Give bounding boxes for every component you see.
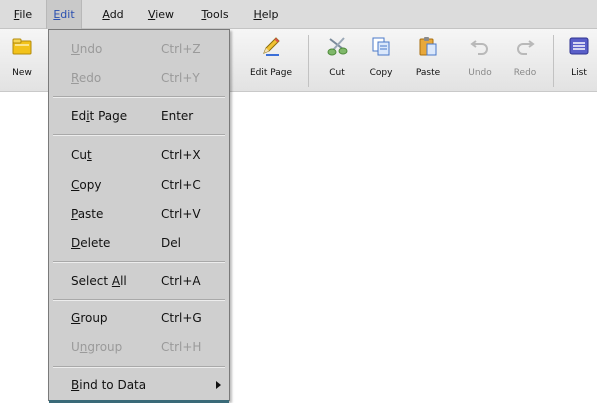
- paste-icon: [419, 37, 437, 56]
- menu-item-bind-to-data-mnemonic: B: [71, 378, 80, 392]
- menu-item-edit-page-shortcut: Enter: [161, 109, 194, 123]
- redo-icon: [517, 40, 535, 55]
- menu-edit[interactable]: Edit: [46, 0, 82, 29]
- menu-view-label: iew: [155, 8, 175, 21]
- menu-item-paste[interactable]: Paste Ctrl+V: [49, 203, 229, 225]
- paste-button[interactable]: Paste: [408, 33, 448, 89]
- menu-item-ungroup-label: U: [71, 340, 80, 354]
- menu-item-bind-to-data[interactable]: Bind to Data: [49, 374, 229, 396]
- menu-item-cut-mnemonic: t: [86, 148, 92, 162]
- edit-menu-dropdown: Undo Ctrl+Z Redo Ctrl+Y Edit Page Enter …: [48, 29, 230, 403]
- menu-item-redo[interactable]: Redo Ctrl+Y: [49, 67, 229, 89]
- undo-button[interactable]: Undo: [460, 33, 500, 89]
- menu-item-bind-to-data-label-rest: ind to Data: [79, 378, 147, 392]
- menu-item-delete[interactable]: Delete Del: [49, 232, 229, 254]
- menu-edit-label: dit: [60, 8, 75, 21]
- menu-help-mnemonic: H: [253, 8, 262, 21]
- menu-item-undo[interactable]: Undo Ctrl+Z: [49, 38, 229, 60]
- submenu-arrow-icon: [216, 381, 221, 389]
- menu-item-undo-mnemonic: U: [71, 42, 80, 56]
- menu-item-copy-shortcut: Ctrl+C: [161, 178, 201, 192]
- menu-item-copy[interactable]: Copy Ctrl+C: [49, 174, 229, 196]
- menu-add-mnemonic: A: [102, 8, 110, 21]
- menu-item-redo-shortcut: Ctrl+Y: [161, 71, 200, 85]
- menu-item-undo-shortcut: Ctrl+Z: [161, 42, 201, 56]
- menu-item-edit-page-label: Ed: [71, 109, 87, 123]
- menu-separator: [53, 299, 225, 301]
- menu-item-ungroup[interactable]: Ungroup Ctrl+H: [49, 336, 229, 358]
- toolbar-separator: [553, 35, 554, 87]
- menu-item-redo-mnemonic: R: [71, 71, 79, 85]
- menu-item-group-mnemonic: G: [71, 311, 81, 325]
- edit-page-button[interactable]: Edit Page: [242, 33, 300, 89]
- new-button-label: New: [12, 68, 32, 78]
- menu-item-group[interactable]: Group Ctrl+G: [49, 307, 229, 329]
- menu-item-edit-page[interactable]: Edit Page Enter: [49, 105, 229, 127]
- new-button[interactable]: New: [2, 33, 42, 89]
- scissors-icon: [327, 37, 348, 56]
- menu-add-label: dd: [109, 8, 124, 21]
- menu-item-cut-shortcut: Ctrl+X: [161, 148, 201, 162]
- undo-button-label: Undo: [468, 68, 492, 78]
- menu-item-group-shortcut: Ctrl+G: [161, 311, 202, 325]
- menu-tools-label: ools: [206, 8, 229, 21]
- redo-button[interactable]: Redo: [505, 33, 545, 89]
- menu-item-select-all-shortcut: Ctrl+A: [161, 274, 201, 288]
- menu-item-paste-mnemonic: P: [71, 207, 78, 221]
- cut-button[interactable]: Cut: [318, 33, 356, 89]
- menu-item-paste-shortcut: Ctrl+V: [161, 207, 201, 221]
- menu-tools[interactable]: Tools: [197, 0, 233, 29]
- menu-item-group-label-rest: roup: [80, 311, 108, 325]
- menu-separator: [53, 366, 225, 368]
- list-button[interactable]: List: [562, 33, 596, 89]
- menu-item-copy-label-rest: opy: [79, 178, 102, 192]
- menu-item-delete-mnemonic: D: [71, 236, 81, 250]
- copy-button[interactable]: Copy: [362, 33, 400, 89]
- menu-item-cut-label: Cu: [71, 148, 87, 162]
- menu-bar: File Edit Add View Tools Help: [0, 0, 597, 29]
- menu-item-cut[interactable]: Cut Ctrl+X: [49, 144, 229, 166]
- menu-item-select-all-mnemonic: A: [111, 274, 121, 288]
- paste-button-label: Paste: [415, 68, 441, 78]
- menu-item-edit-page-label-rest: t Page: [89, 109, 128, 123]
- menu-item-ungroup-label-rest: group: [87, 340, 123, 354]
- menu-item-redo-label-rest: edo: [78, 71, 102, 85]
- menu-add[interactable]: Add: [98, 0, 128, 29]
- menu-item-ungroup-shortcut: Ctrl+H: [161, 340, 202, 354]
- menu-item-select-all[interactable]: Select All Ctrl+A: [49, 270, 229, 292]
- menu-file-label: ile: [19, 8, 33, 21]
- menu-item-undo-label-rest: ndo: [79, 42, 103, 56]
- menu-item-select-all-label: Select: [71, 274, 112, 288]
- undo-icon: [470, 40, 488, 55]
- menu-help[interactable]: Help: [251, 0, 281, 29]
- list-icon: [569, 37, 589, 55]
- pencil-icon: [263, 37, 280, 56]
- menu-separator: [53, 261, 225, 263]
- menu-file[interactable]: File: [10, 0, 36, 29]
- copy-button-label: Copy: [369, 68, 393, 78]
- menu-item-paste-label-rest: aste: [77, 207, 104, 221]
- list-button-label: List: [571, 68, 587, 78]
- copy-icon: [372, 37, 390, 56]
- cut-button-label: Cut: [329, 68, 345, 78]
- menu-item-delete-label-rest: elete: [80, 236, 111, 250]
- menu-item-delete-shortcut: Del: [161, 236, 181, 250]
- menu-separator: [53, 96, 225, 98]
- menu-view[interactable]: View: [145, 0, 177, 29]
- new-folder-icon: [12, 38, 32, 55]
- toolbar-separator: [308, 35, 309, 87]
- edit-page-button-label: Edit Page: [249, 68, 293, 78]
- menu-help-label: elp: [261, 8, 279, 21]
- menu-item-select-all-label-rest: ll: [120, 274, 127, 288]
- menu-separator: [53, 134, 225, 136]
- redo-button-label: Redo: [513, 68, 537, 78]
